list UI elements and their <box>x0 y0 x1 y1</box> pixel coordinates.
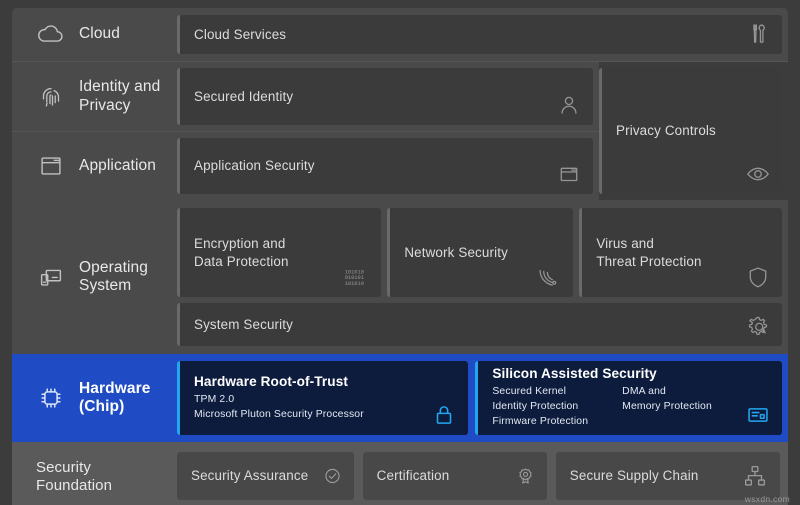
layer-label-text: Cloud <box>79 25 120 43</box>
layer-label-cloud: Cloud <box>12 8 177 61</box>
card-title: Network Security <box>404 244 508 260</box>
award-ribbon-icon <box>516 467 535 486</box>
upper-layers-group: Cloud Cloud Services Identity and Privac… <box>12 8 788 354</box>
identity-application-left-column: Identity and Privacy Secured Identity Ap… <box>12 62 599 200</box>
layer-body-hardware: Hardware Root-of-Trust TPM 2.0 Microsoft… <box>177 354 788 442</box>
card-security-assurance[interactable]: Security Assurance <box>177 452 354 500</box>
card-virus-and-threat-protection[interactable]: Virus and Threat Protection <box>579 208 782 297</box>
security-stack-diagram: Cloud Cloud Services Identity and Privac… <box>0 0 800 505</box>
svg-text:101010: 101010 <box>345 269 364 275</box>
card-subitems-column-1: TPM 2.0 Microsoft Pluton Security Proces… <box>194 393 364 420</box>
card-title: Silicon Assisted Security <box>492 366 657 382</box>
card-subitems-column-1: Secured Kernel Identity Protection Firmw… <box>492 386 589 427</box>
card-application-security[interactable]: Application Security <box>177 138 593 194</box>
card-subitems: Secured Kernel Identity Protection Firmw… <box>492 385 768 429</box>
card-title: Virus and Threat Protection <box>596 236 702 269</box>
devices-icon <box>36 262 66 292</box>
card-secured-identity[interactable]: Secured Identity <box>177 68 593 125</box>
fingerprint-icon <box>36 82 66 112</box>
layer-row-security-foundation: Security Foundation Security Assurance C… <box>12 442 788 505</box>
layer-row-application: Application Application Security <box>12 132 599 200</box>
svg-text:010101: 010101 <box>345 275 364 281</box>
eye-icon <box>745 161 771 187</box>
layer-body-application: Application Security <box>177 132 599 200</box>
cloud-icon <box>36 20 66 50</box>
card-title: Application Security <box>194 158 315 174</box>
card-title: Privacy Controls <box>616 123 716 139</box>
card-system-security[interactable]: System Security <box>177 303 782 346</box>
card-hardware-root-of-trust[interactable]: Hardware Root-of-Trust TPM 2.0 Microsoft… <box>177 361 469 435</box>
layer-row-operating-system: Operating System Encryption and Data Pro… <box>12 200 788 354</box>
layer-label-text: Hardware (Chip) <box>79 379 151 415</box>
card-title: Encryption and Data Protection <box>194 236 289 269</box>
card-title: Security Assurance <box>191 468 309 484</box>
card-title: Certification <box>376 468 450 484</box>
card-subitems-column-2: DMA and Memory Protection <box>622 386 712 413</box>
card-silicon-assisted-security[interactable]: Silicon Assisted Security Secured Kernel… <box>475 361 782 435</box>
layer-label-identity: Identity and Privacy <box>12 62 177 131</box>
operating-system-top-cards: Encryption and Data Protection 101010 01… <box>177 208 782 297</box>
card-title: Secured Identity <box>194 88 294 104</box>
layer-label-operating-system: Operating System <box>12 200 177 354</box>
wifi-icon <box>536 264 562 290</box>
card-title: Secure Supply Chain <box>569 468 699 484</box>
layer-label-text: Security Foundation <box>36 459 113 494</box>
layer-body-operating-system: Encryption and Data Protection 101010 01… <box>177 200 788 354</box>
card-cloud-services[interactable]: Cloud Services <box>177 15 782 54</box>
layer-body-security-foundation: Security Assurance Certification Secure … <box>177 442 788 505</box>
layer-label-security-foundation: Security Foundation <box>12 442 177 505</box>
layer-row-hardware: Hardware (Chip) Hardware Root-of-Trust T… <box>12 354 788 442</box>
window-icon <box>36 151 66 181</box>
layer-body-identity: Secured Identity <box>177 62 599 131</box>
privacy-controls-wrapper: Privacy Controls <box>599 62 788 200</box>
chip-icon <box>36 383 66 413</box>
card-network-security[interactable]: Network Security <box>387 208 574 297</box>
card-certification[interactable]: Certification <box>362 452 547 500</box>
layer-label-text: Application <box>79 156 156 174</box>
layer-body-cloud: Cloud Services <box>177 8 788 61</box>
card-encryption-and-data-protection[interactable]: Encryption and Data Protection 101010 01… <box>177 208 382 297</box>
watermark: wsxdn.com <box>744 494 790 504</box>
layer-label-text: Operating System <box>79 258 148 294</box>
card-subitems: TPM 2.0 Microsoft Pluton Security Proces… <box>194 393 454 423</box>
layer-row-cloud: Cloud Cloud Services <box>12 8 788 62</box>
svg-text:101010: 101010 <box>345 281 364 287</box>
layer-label-text: Identity and Privacy <box>79 78 161 114</box>
card-secure-supply-chain[interactable]: Secure Supply Chain <box>555 452 780 500</box>
identity-application-group: Identity and Privacy Secured Identity Ap… <box>12 62 788 200</box>
card-privacy-controls[interactable]: Privacy Controls <box>599 68 782 194</box>
layer-label-hardware: Hardware (Chip) <box>12 354 177 442</box>
card-title: Hardware Root-of-Trust <box>194 373 349 389</box>
check-circle-icon <box>323 467 342 486</box>
layer-label-application: Application <box>12 132 177 200</box>
card-title: System Security <box>194 316 293 332</box>
card-title: Cloud Services <box>194 26 287 42</box>
layer-row-identity: Identity and Privacy Secured Identity <box>12 62 599 132</box>
